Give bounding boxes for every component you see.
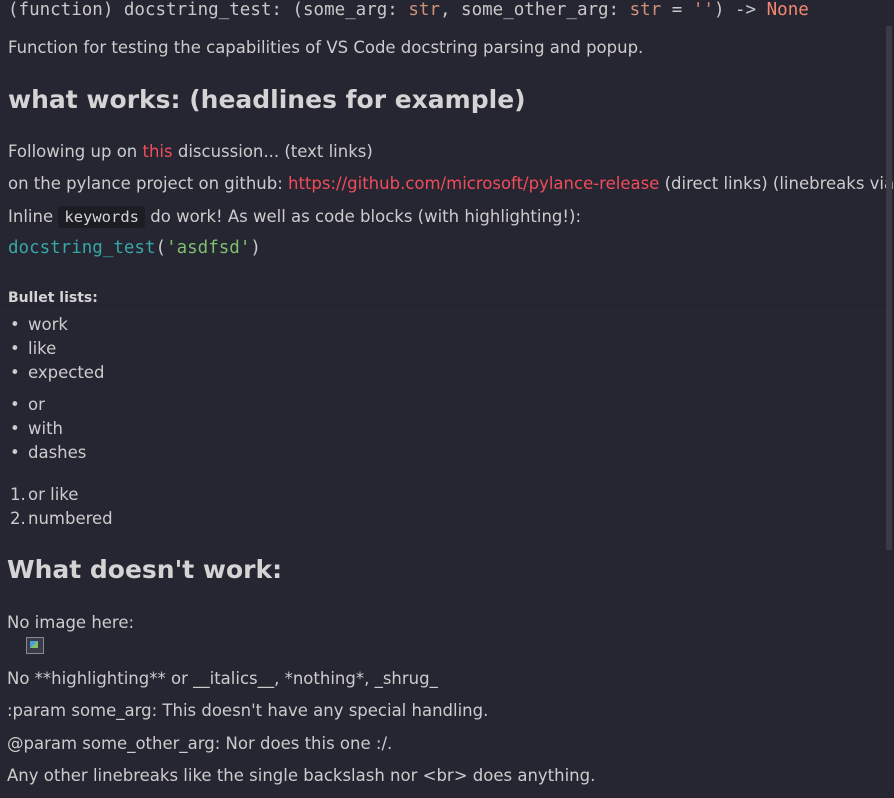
keywords-code: keywords [58, 206, 146, 228]
linebreaks-text: Any other linebreaks like the single bac… [7, 766, 596, 785]
code-close-paren: ) [250, 238, 261, 258]
broken-image-icon [26, 637, 44, 654]
inline-keywords-line: Inline keywords do work! As well as code… [8, 206, 582, 228]
text-links-after: discussion... (text links) [172, 142, 373, 161]
github-link[interactable]: https://github.com/microsoft/pylance-rel… [288, 174, 659, 193]
this-link[interactable]: this [143, 142, 173, 161]
signature-return-type: None [766, 0, 809, 20]
bullet-list-1: work like expected [8, 313, 104, 385]
list-item: like [8, 337, 104, 361]
code-function-name: docstring_test [8, 238, 156, 258]
no-image-text: No image here: [7, 613, 135, 632]
list-item: expected [8, 361, 104, 385]
code-block: docstring_test('asdfsd') [8, 238, 261, 258]
list-item: or [8, 393, 86, 417]
list-number: 2. [10, 509, 26, 528]
inline-after: do work! As well as code blocks (with hi… [145, 207, 582, 226]
direct-links-before: on the pylance project on github: [8, 174, 289, 193]
numbered-list: 1. or like 2. numbered [8, 483, 113, 531]
function-description: Function for testing the capabilities of… [8, 38, 644, 57]
heading-what-doesnt-work: What doesn't work: [7, 555, 283, 584]
signature-middle: , some_other_arg: [439, 0, 630, 20]
direct-links-after: (direct links) (linebreaks via [659, 174, 894, 193]
scrollbar[interactable] [886, 26, 892, 550]
text-links-line: Following up on this discussion... (text… [8, 142, 373, 161]
direct-links-line: on the pylance project on github: https:… [8, 174, 894, 193]
inline-before: Inline [8, 207, 59, 226]
list-item: dashes [8, 441, 86, 465]
signature-arrow: ) -> [713, 0, 767, 20]
list-item: 1. or like [8, 483, 113, 507]
param-some-other-arg-text: @param some_other_arg: Nor does this one… [7, 734, 393, 753]
divider [0, 305, 894, 306]
no-highlighting-text: No **highlighting** or __italics__, *not… [7, 669, 438, 688]
list-text: or like [28, 485, 79, 504]
function-signature: (function) docstring_test: (some_arg: st… [8, 0, 809, 20]
signature-type-2: str [629, 0, 662, 20]
signature-default: '' [692, 0, 714, 20]
signature-prefix: (function) docstring_test: (some_arg: [8, 0, 409, 20]
list-item: with [8, 417, 86, 441]
code-open-paren: ( [155, 238, 167, 258]
param-some-arg-text: :param some_arg: This doesn't have any s… [7, 701, 489, 720]
text-links-before: Following up on [8, 142, 143, 161]
signature-type-1: str [408, 0, 440, 20]
list-text: numbered [28, 509, 113, 528]
bullet-lists-heading: Bullet lists: [8, 290, 98, 306]
list-item: 2. numbered [8, 507, 113, 531]
list-item: work [8, 313, 104, 337]
code-string-arg: 'asdfsd' [166, 238, 251, 258]
bullet-list-2: or with dashes [8, 393, 86, 465]
list-number: 1. [10, 485, 26, 504]
signature-eq: = [661, 0, 693, 20]
heading-what-works: what works: (headlines for example) [8, 85, 526, 114]
